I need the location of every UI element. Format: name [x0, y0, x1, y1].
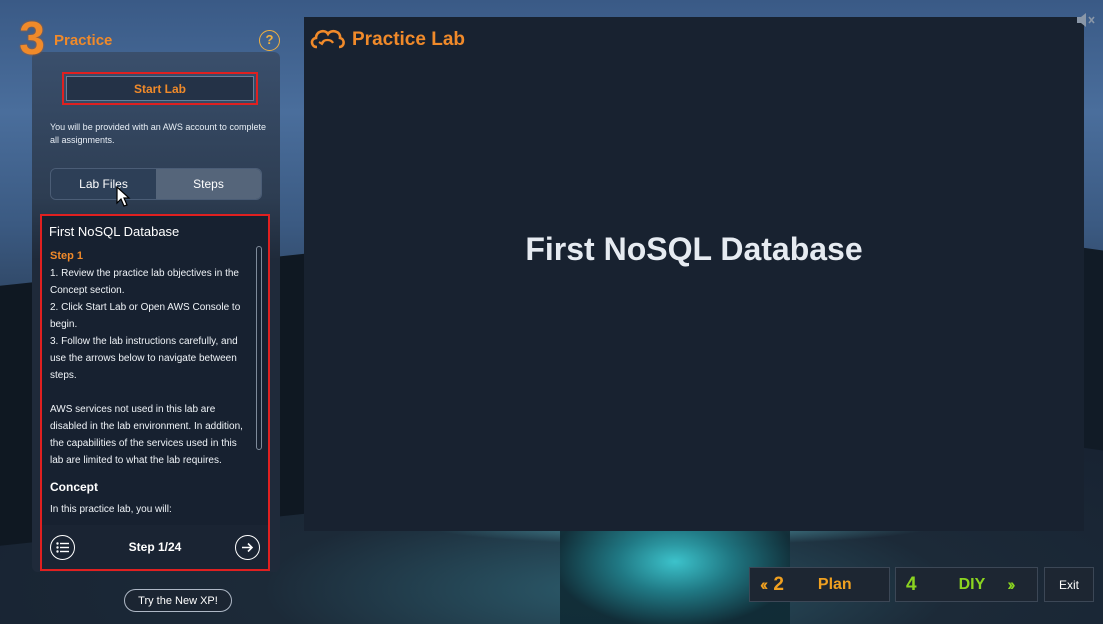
start-lab-highlight: Start Lab [62, 72, 258, 105]
try-new-xp-button[interactable]: Try the New XP! [124, 589, 232, 612]
tab-steps[interactable]: Steps [156, 169, 261, 199]
arrow-right-icon [241, 542, 254, 552]
scrollbar[interactable] [256, 246, 262, 450]
list-icon [56, 541, 69, 553]
exit-button[interactable]: Exit [1044, 567, 1094, 602]
help-button[interactable]: ? [259, 30, 280, 51]
step-title: Practice [54, 31, 113, 49]
next-step-button[interactable] [234, 534, 260, 560]
tab-lab-files[interactable]: Lab Files [51, 169, 156, 199]
tab-bar: Lab Files Steps [50, 168, 262, 200]
instruction-item: 3. Follow the lab instructions carefully… [50, 336, 238, 381]
cloud-cycle-icon [310, 29, 345, 49]
lab-note: AWS services not used in this lab are di… [50, 404, 243, 466]
prev-phase-number: 2 [773, 573, 784, 595]
lab-instructions: Step 1 1. Review the practice lab object… [50, 248, 250, 469]
prev-phase-label: Plan [817, 575, 852, 593]
next-phase-label: DIY [958, 575, 986, 593]
step-navigation: Step 1/24 [42, 525, 268, 569]
step-number: 3 [19, 12, 45, 64]
lab-content-box: First NoSQL Database Step 1 1. Review th… [40, 214, 270, 571]
next-phase-button[interactable]: 4 DIY ›› [895, 567, 1038, 602]
speaker-muted-icon[interactable] [1076, 11, 1096, 29]
step-header: 3 Practice [14, 12, 113, 64]
instruction-item: 1. Review the practice lab objectives in… [50, 268, 239, 296]
start-lab-button[interactable]: Start Lab [66, 76, 254, 101]
prev-phase-button[interactable]: ‹‹ 2 Plan [749, 567, 890, 602]
practice-lab-label: Practice Lab [352, 29, 465, 50]
concept-heading: Concept [50, 480, 98, 494]
intro-text: You will be provided with an AWS account… [50, 122, 266, 145]
double-chevron-left-icon: ‹‹ [760, 574, 769, 594]
step-label: Step 1 [50, 250, 84, 262]
stage-title: First NoSQL Database [525, 231, 863, 267]
next-phase-number: 4 [906, 573, 917, 595]
instruction-item: 2. Click Start Lab or Open AWS Console t… [50, 302, 241, 330]
practice-lab-logo: Practice Lab [308, 25, 465, 55]
lab-stage: Practice Lab First NoSQL Database [304, 17, 1084, 531]
concept-text: In this practice lab, you will: [50, 504, 172, 515]
step-counter: Step 1/24 [128, 540, 182, 554]
lab-title: First NoSQL Database [49, 224, 180, 239]
double-chevron-right-icon: ›› [1007, 574, 1016, 594]
step-list-button[interactable] [50, 534, 75, 560]
mouse-cursor-icon [116, 186, 131, 207]
